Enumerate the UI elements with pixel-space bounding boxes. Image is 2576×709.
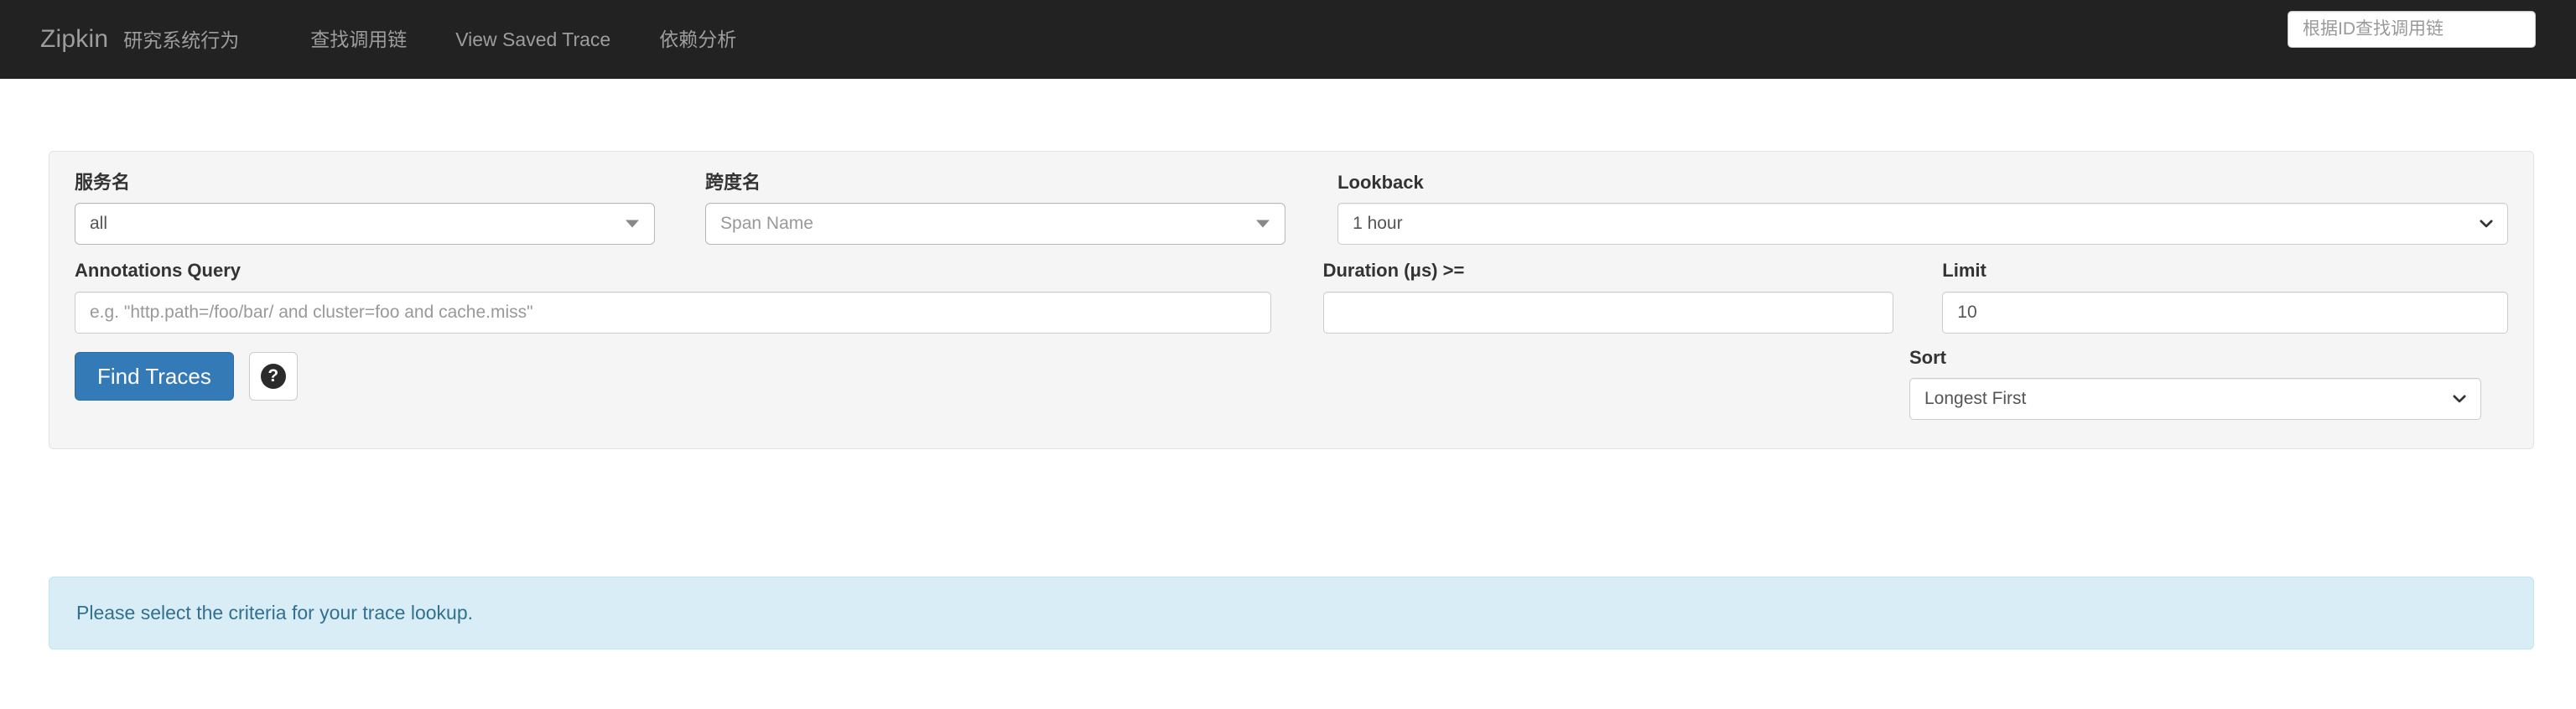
field-service-name: 服务名 all (75, 172, 656, 246)
question-mark-icon: ? (260, 363, 286, 389)
sort-label: Sort (1909, 346, 1946, 368)
brand-name: Zipkin (40, 25, 109, 53)
nav-link-dependencies[interactable]: 依赖分析 (635, 0, 761, 79)
limit-input[interactable] (1942, 291, 2508, 334)
info-alert-message: Please select the criteria for your trac… (76, 601, 474, 624)
lookback-select[interactable]: 1 hour (1337, 203, 2508, 246)
chevron-down-icon (2452, 391, 2467, 406)
lookback-label: Lookback (1337, 172, 1424, 193)
annotations-query-input[interactable] (75, 291, 1271, 334)
chevron-down-icon (2479, 216, 2494, 231)
trace-search-panel: 服务名 all 跨度名 Span Name Lookback 1 hour An… (49, 151, 2534, 450)
annotations-query-label: Annotations Query (75, 260, 242, 282)
field-duration: Duration (μs) >= (1322, 260, 1894, 334)
actions-group: Find Traces ? (75, 347, 1284, 401)
search-row-secondary: Annotations Query Duration (μs) >= Limit (75, 260, 2508, 334)
lookback-value: 1 hour (1353, 214, 1403, 234)
nav-link-view-saved-trace[interactable]: View Saved Trace (431, 0, 635, 79)
span-name-label: 跨度名 (705, 172, 761, 193)
nav-link-find-traces[interactable]: 查找调用链 (286, 0, 431, 79)
find-traces-button[interactable]: Find Traces (75, 351, 234, 401)
trace-id-search-input[interactable] (2288, 11, 2536, 48)
brand-subtitle: 研究系统行为 (123, 29, 240, 51)
service-name-label: 服务名 (75, 172, 131, 193)
sort-value: Longest First (1924, 389, 2027, 409)
limit-label: Limit (1942, 260, 1987, 282)
field-annotations-query: Annotations Query (75, 260, 1271, 334)
navbar-search-area (2288, 11, 2536, 48)
field-lookback: Lookback 1 hour (1337, 172, 2508, 246)
field-limit: Limit (1942, 260, 2508, 334)
span-name-select[interactable]: Span Name (705, 203, 1286, 246)
search-actions: Find Traces ? (75, 347, 1284, 420)
search-row-actions: Find Traces ? Sort Longest First (75, 346, 2508, 421)
duration-label: Duration (μs) >= (1322, 260, 1465, 282)
field-sort: Sort Longest First (1909, 346, 2481, 421)
info-alert: Please select the criteria for your trac… (49, 577, 2534, 649)
service-name-value: all (90, 214, 108, 234)
caret-down-icon (626, 220, 640, 228)
field-span-name: 跨度名 Span Name (705, 172, 1286, 246)
sort-select[interactable]: Longest First (1909, 378, 2481, 421)
duration-input[interactable] (1322, 291, 1894, 334)
top-navbar: Zipkin 研究系统行为 查找调用链 View Saved Trace 依赖分… (0, 0, 2576, 79)
brand-logo-link[interactable]: Zipkin 研究系统行为 (40, 27, 239, 52)
navbar-inner: Zipkin 研究系统行为 查找调用链 View Saved Trace 依赖分… (0, 0, 2576, 79)
service-name-select[interactable]: all (75, 203, 656, 246)
caret-down-icon (1256, 220, 1270, 228)
help-button[interactable]: ? (248, 351, 298, 401)
navbar-links: 查找调用链 View Saved Trace 依赖分析 (286, 0, 761, 79)
search-row-primary: 服务名 all 跨度名 Span Name Lookback 1 hour (75, 172, 2508, 246)
actions-spacer (1284, 347, 1909, 420)
span-name-value: Span Name (720, 214, 813, 234)
